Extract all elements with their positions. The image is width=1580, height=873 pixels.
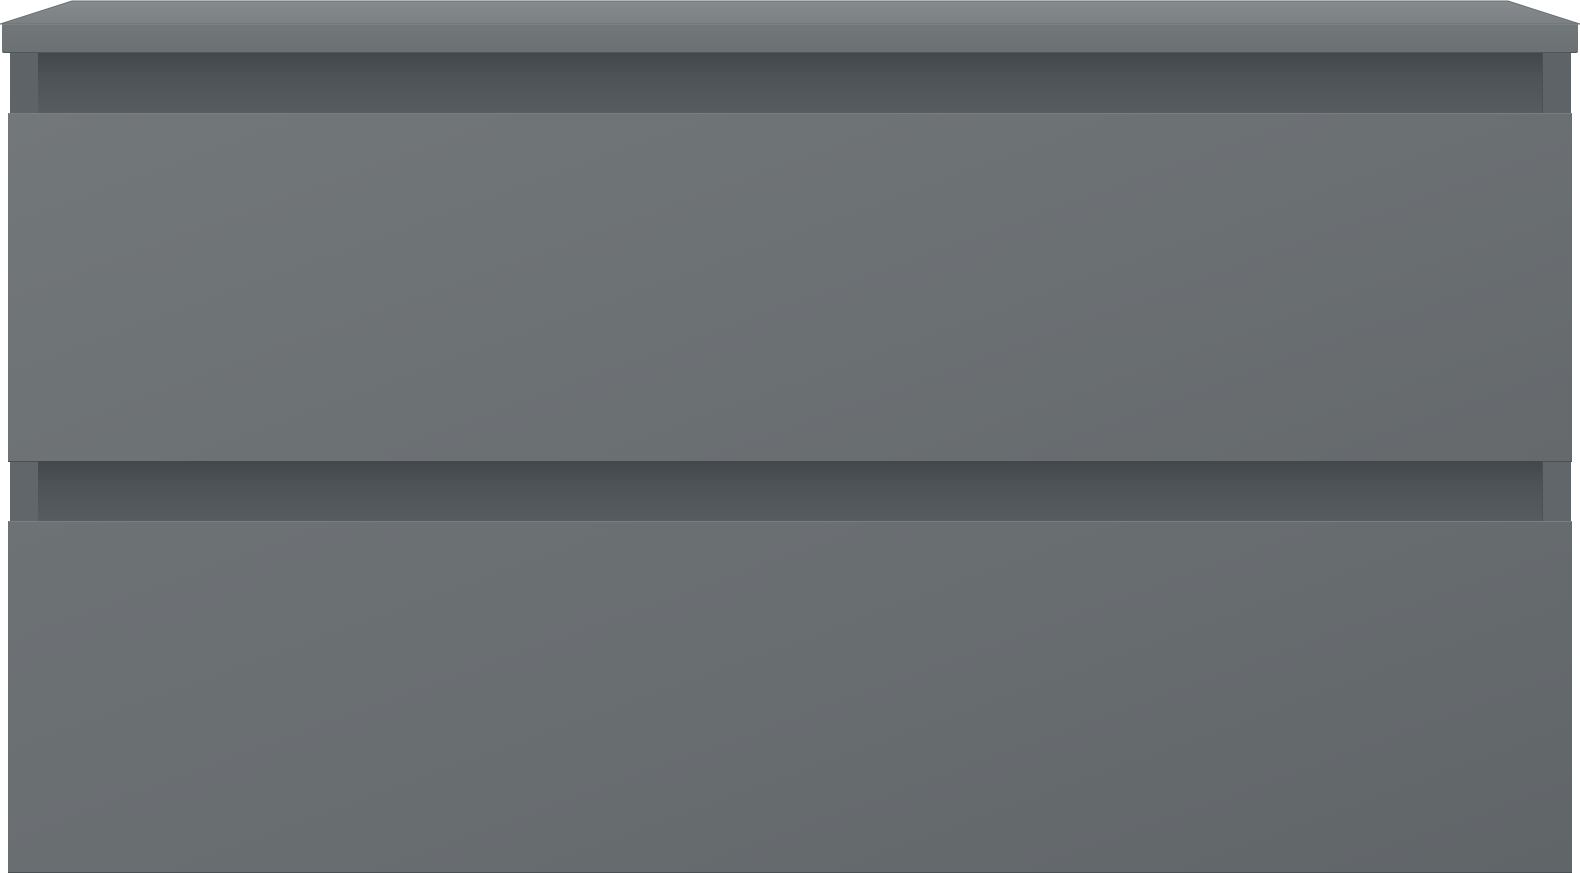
countertop-front-edge — [2, 24, 1578, 53]
drawer-front-lower[interactable] — [8, 521, 1572, 873]
handle-recess-upper — [38, 53, 1542, 114]
cabinet-scene — [0, 0, 1580, 873]
handle-recess-lower — [38, 461, 1542, 522]
countertop-bevel — [0, 0, 1580, 25]
drawer-front-upper[interactable] — [8, 113, 1572, 462]
